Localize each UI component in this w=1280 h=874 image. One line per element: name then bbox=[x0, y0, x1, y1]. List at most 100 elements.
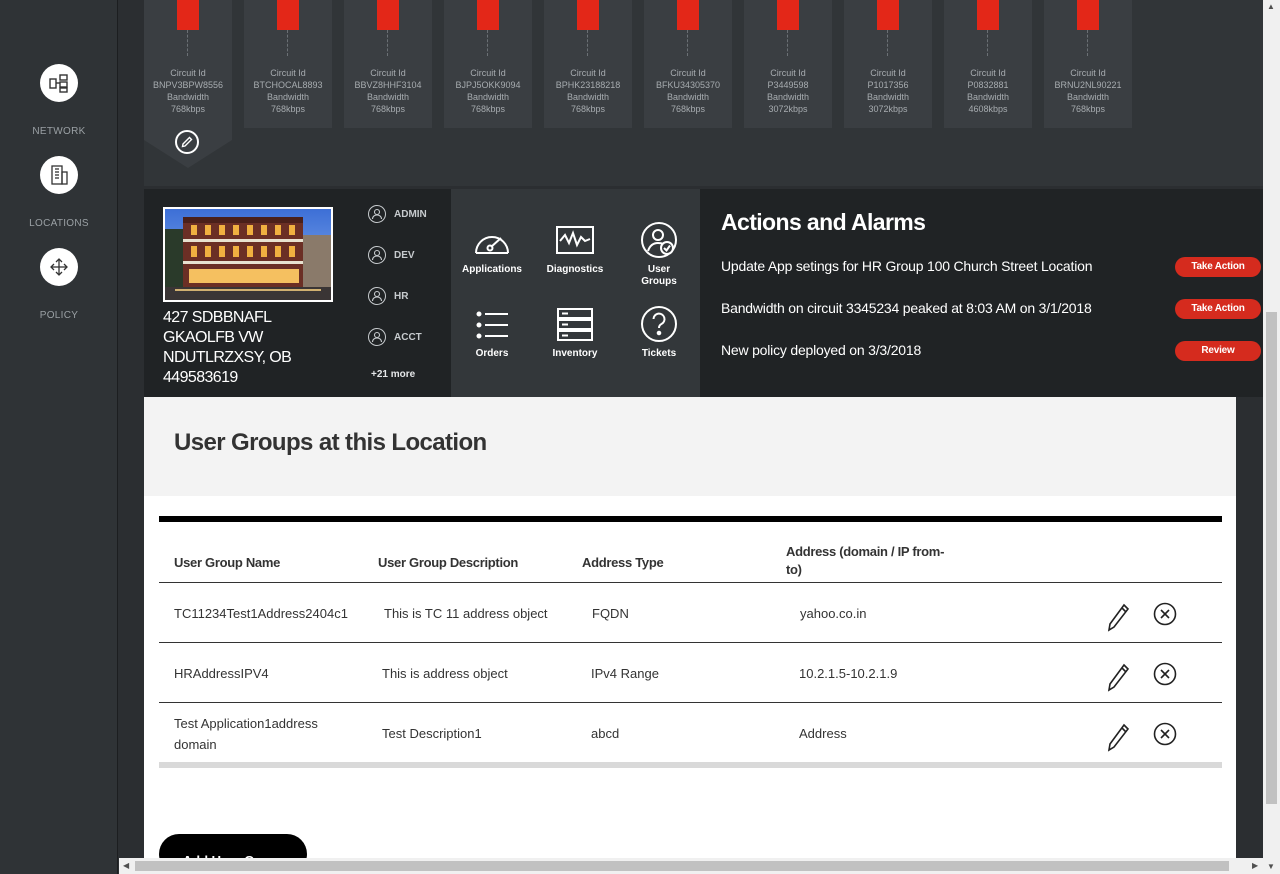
circuit-info: Circuit Id P1017356 Bandwidth 3072kbps bbox=[844, 67, 932, 115]
pencil-icon[interactable] bbox=[1107, 602, 1131, 632]
scroll-left-arrow-icon[interactable]: ◀ bbox=[123, 861, 129, 870]
circuit-card[interactable]: Circuit Id BTCHOCAL8893 Bandwidth 768kbps bbox=[244, 0, 332, 128]
cell-name-line: Test Application1address bbox=[174, 716, 318, 731]
circuit-bandwidth: 3072kbps bbox=[768, 104, 808, 114]
user-icon bbox=[368, 287, 386, 305]
tool-orders[interactable]: Orders bbox=[451, 307, 533, 360]
tool-label: User Groups bbox=[641, 264, 677, 287]
scroll-right-arrow-icon[interactable]: ▶ bbox=[1252, 861, 1258, 870]
horizontal-scrollbar[interactable]: ◀ ▶ bbox=[119, 858, 1263, 874]
circuit-connector bbox=[1087, 30, 1088, 56]
nav-policy[interactable]: POLICY bbox=[0, 248, 118, 321]
tool-inventory[interactable]: Inventory bbox=[534, 307, 616, 360]
circuit-card[interactable]: Circuit Id P1017356 Bandwidth 3072kbps bbox=[844, 0, 932, 128]
column-header-name: User Group Name bbox=[174, 555, 281, 570]
circuit-bandwidth-label: Bandwidth bbox=[366, 92, 410, 102]
circuit-bandwidth: 4608kbps bbox=[968, 104, 1008, 114]
location-panel: 427 SDBBNAFL GKAOLFB VW NDUTLRZXSY, OB 4… bbox=[144, 189, 451, 397]
user-icon bbox=[368, 205, 386, 223]
cell-address: Address bbox=[799, 726, 847, 741]
close-circle-icon[interactable] bbox=[1153, 722, 1177, 746]
circuit-connector bbox=[587, 30, 588, 56]
close-circle-icon[interactable] bbox=[1153, 662, 1177, 686]
circuit-card[interactable]: Circuit Id P0832881 Bandwidth 4608kbps bbox=[944, 0, 1032, 128]
address-line: NDUTLRZXSY, OB bbox=[163, 349, 292, 366]
circuit-status-bar bbox=[277, 0, 299, 30]
take-action-button[interactable]: Take Action bbox=[1175, 299, 1261, 319]
circuit-id-label: Circuit Id bbox=[270, 68, 306, 78]
circuit-bandwidth: 768kbps bbox=[270, 104, 306, 114]
scroll-up-arrow-icon[interactable]: ▲ bbox=[1267, 2, 1275, 11]
cell-address-type: IPv4 Range bbox=[591, 666, 659, 681]
close-circle-icon[interactable] bbox=[1153, 602, 1177, 626]
circuit-bandwidth: 768kbps bbox=[470, 104, 506, 114]
user-check-icon bbox=[641, 222, 677, 258]
circuit-card[interactable]: Circuit Id BJPJ5OKK9094 Bandwidth 768kbps bbox=[444, 0, 532, 128]
circuit-card[interactable]: Circuit Id BPHK23188218 Bandwidth 768kbps bbox=[544, 0, 632, 128]
circuit-card[interactable]: Circuit Id BBVZ8HHF3104 Bandwidth 768kbps bbox=[344, 0, 432, 128]
nav-locations[interactable]: LOCATIONS bbox=[0, 156, 118, 229]
cell-description: Test Description1 bbox=[382, 726, 482, 741]
tool-diagnostics[interactable]: Diagnostics bbox=[534, 223, 616, 276]
scroll-down-arrow-icon[interactable]: ▼ bbox=[1267, 862, 1275, 871]
circuit-info: Circuit Id BPHK23188218 Bandwidth 768kbps bbox=[544, 67, 632, 115]
vertical-scrollbar[interactable]: ▲ ▼ bbox=[1263, 0, 1280, 874]
cell-address: 10.2.1.5-10.2.1.9 bbox=[799, 666, 898, 681]
move-arrows-icon bbox=[40, 248, 78, 286]
circuit-status-bar bbox=[477, 0, 499, 30]
role-label: ADMIN bbox=[394, 208, 427, 220]
tool-tickets[interactable]: Tickets bbox=[618, 305, 700, 360]
tool-label: Inventory bbox=[552, 348, 598, 359]
circuit-bandwidth-label: Bandwidth bbox=[1066, 92, 1110, 102]
pencil-icon[interactable] bbox=[1107, 722, 1131, 752]
circuit-bandwidth: 3072kbps bbox=[868, 104, 908, 114]
circuit-status-bar bbox=[177, 0, 199, 30]
user-icon bbox=[368, 246, 386, 264]
main-content: Circuit Id BNPV3BPW8556 Bandwidth 768kbps Ci… bbox=[119, 0, 1263, 858]
circuit-info: Circuit Id BNPV3BPW8556 Bandwidth 768kbps bbox=[144, 67, 232, 115]
tools-panel: Applications Diagnostics User Groups Orde… bbox=[451, 189, 700, 397]
take-action-button[interactable]: Take Action bbox=[1175, 257, 1261, 277]
tool-label: Orders bbox=[475, 348, 509, 359]
circuit-card[interactable]: Circuit Id BNPV3BPW8556 Bandwidth 768kbps bbox=[144, 0, 232, 140]
nav-network[interactable]: NETWORK bbox=[0, 64, 118, 137]
circuit-status-bar bbox=[1077, 0, 1099, 30]
network-icon bbox=[40, 64, 78, 102]
circuit-status-bar bbox=[977, 0, 999, 30]
circuit-status-bar bbox=[877, 0, 899, 30]
role-label: HR bbox=[394, 290, 409, 302]
address-line: 427 SDBBNAFL bbox=[163, 309, 272, 326]
circuit-id-label: Circuit Id bbox=[370, 68, 406, 78]
more-roles-link[interactable]: +21 more bbox=[371, 369, 415, 380]
circuit-bandwidth-label: Bandwidth bbox=[466, 92, 510, 102]
role-admin[interactable]: ADMIN bbox=[368, 204, 427, 224]
circuit-id-label: Circuit Id bbox=[970, 68, 1006, 78]
circuit-card[interactable]: Circuit Id BRNU2NL90221 Bandwidth 768kbps bbox=[1044, 0, 1132, 128]
pencil-icon[interactable] bbox=[1107, 662, 1131, 692]
circuit-id: BNPV3BPW8556 bbox=[152, 80, 224, 90]
action-item-text: Update App setings for HR Group 100 Chur… bbox=[721, 258, 1093, 274]
nav-locations-label: LOCATIONS bbox=[29, 218, 89, 229]
user-groups-title: User Groups at this Location bbox=[174, 429, 487, 456]
review-button[interactable]: Review bbox=[1175, 341, 1261, 361]
horizontal-scroll-thumb[interactable] bbox=[135, 861, 1229, 871]
vertical-scroll-thumb[interactable] bbox=[1266, 312, 1277, 804]
nav-policy-label: POLICY bbox=[39, 310, 79, 321]
role-dev[interactable]: DEV bbox=[368, 245, 415, 265]
tool-user-groups[interactable]: User Groups bbox=[618, 221, 700, 288]
cell-name: TC11234Test1Address2404c1 bbox=[174, 606, 348, 621]
building-icon bbox=[40, 156, 78, 194]
speedometer-icon bbox=[475, 236, 509, 254]
tool-applications[interactable]: Applications bbox=[451, 223, 533, 276]
circuit-card[interactable]: Circuit Id P3449598 Bandwidth 3072kbps bbox=[744, 0, 832, 128]
add-user-group-button[interactable]: Add User Group bbox=[159, 834, 307, 858]
role-hr[interactable]: HR bbox=[368, 286, 408, 306]
circuit-id-label: Circuit Id bbox=[870, 68, 906, 78]
circuit-connector bbox=[487, 30, 488, 56]
circuit-card[interactable]: Circuit Id BFKU34305370 Bandwidth 768kbps bbox=[644, 0, 732, 128]
role-acct[interactable]: ACCT bbox=[368, 327, 422, 347]
tool-label: Tickets bbox=[641, 348, 677, 359]
edit-circuit-button[interactable] bbox=[175, 130, 199, 154]
circuit-bandwidth: 768kbps bbox=[1070, 104, 1106, 114]
server-icon bbox=[557, 308, 593, 341]
